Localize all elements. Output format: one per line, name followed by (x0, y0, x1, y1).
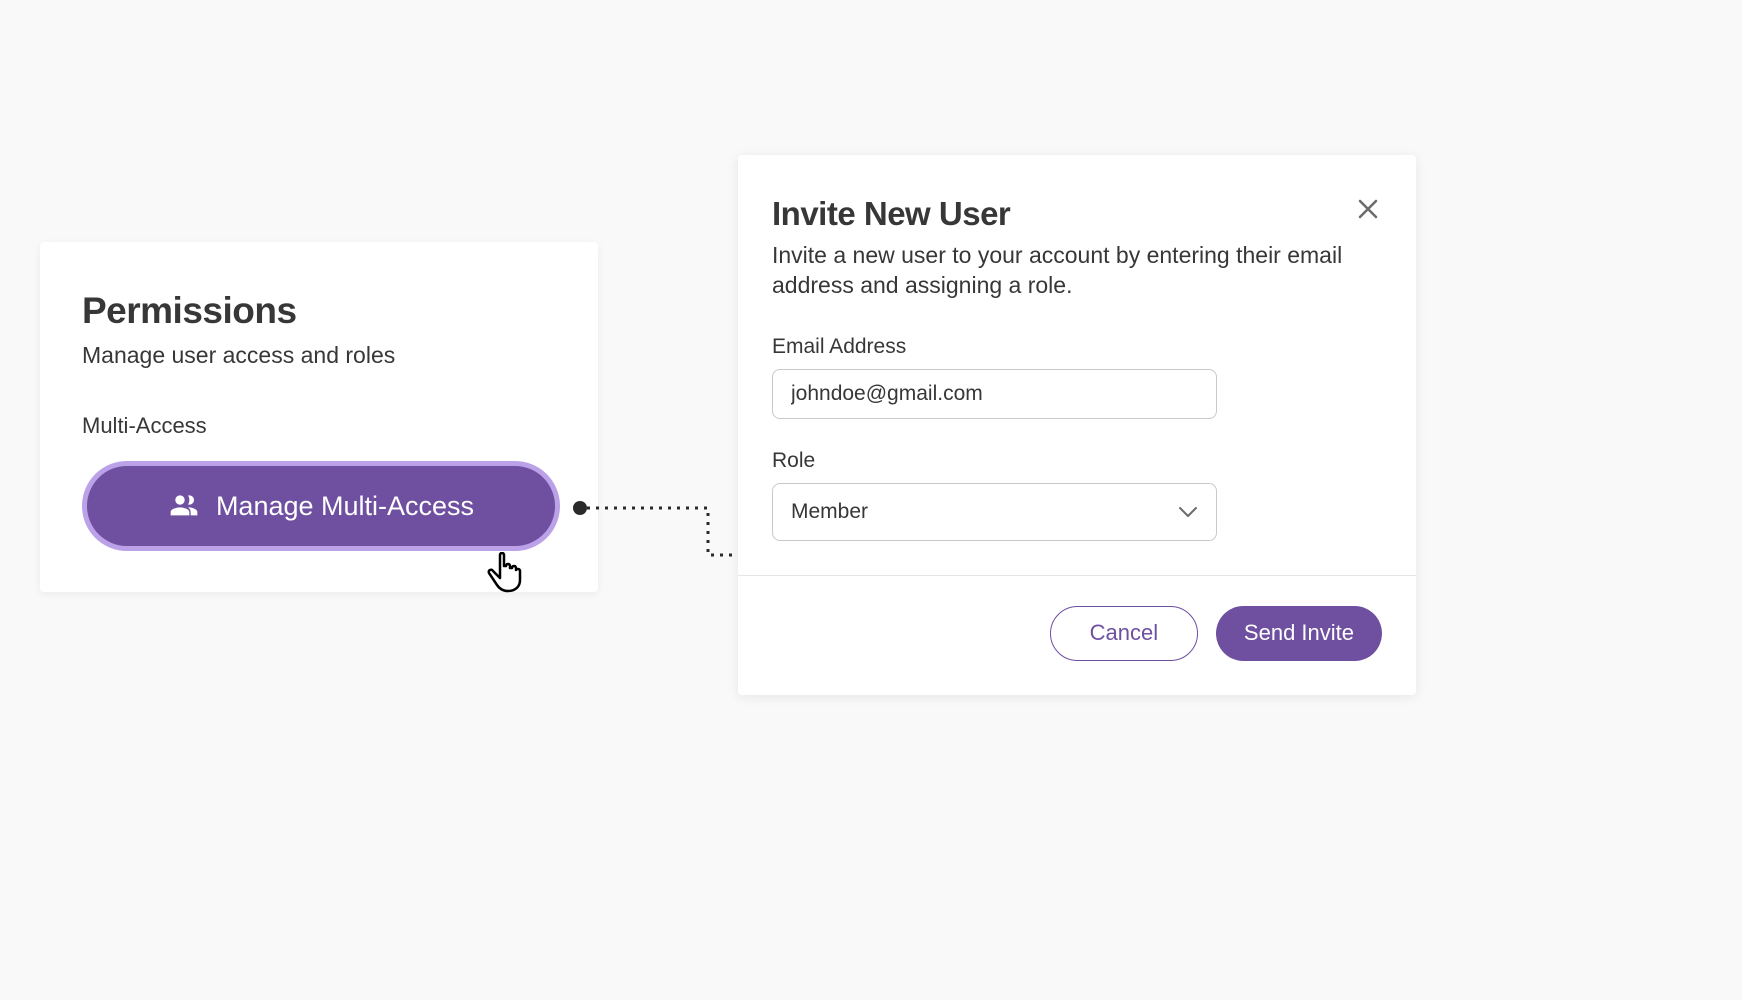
role-label: Role (772, 449, 1382, 473)
permissions-title: Permissions (82, 290, 556, 332)
cancel-button[interactable]: Cancel (1050, 606, 1198, 661)
modal-header: Invite New User (772, 195, 1382, 233)
permissions-card: Permissions Manage user access and roles… (40, 242, 598, 592)
users-icon (168, 490, 200, 522)
modal-title: Invite New User (772, 195, 1010, 233)
send-invite-button[interactable]: Send Invite (1216, 606, 1382, 661)
manage-multi-access-button[interactable]: Manage Multi-Access (82, 461, 560, 551)
modal-divider (738, 575, 1416, 576)
role-selected-value: Member (791, 500, 868, 524)
chevron-down-icon (1178, 506, 1198, 518)
close-icon[interactable] (1354, 195, 1382, 228)
email-label: Email Address (772, 335, 1382, 359)
role-select[interactable]: Member (772, 483, 1217, 541)
invite-user-modal: Invite New User Invite a new user to you… (738, 155, 1416, 695)
multi-access-section-label: Multi-Access (82, 413, 556, 439)
permissions-subtitle: Manage user access and roles (82, 342, 556, 369)
manage-button-label: Manage Multi-Access (216, 491, 474, 522)
email-field[interactable] (772, 369, 1217, 419)
modal-description: Invite a new user to your account by ent… (772, 241, 1382, 301)
modal-footer: Cancel Send Invite (772, 606, 1382, 661)
